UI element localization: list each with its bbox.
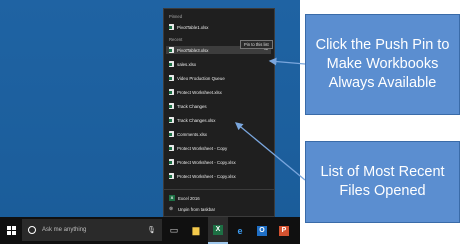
pin-callout-arrow (268, 57, 306, 66)
recent-callout-text: List of Most Recent Files Opened (320, 164, 445, 199)
recent-callout-arrow (234, 122, 306, 181)
recent-files-callout: List of Most Recent Files Opened (305, 141, 460, 223)
pin-callout-text: Click the Push Pin to Make Workbooks Alw… (315, 37, 450, 91)
pin-callout: Click the Push Pin to Make Workbooks Alw… (305, 14, 460, 115)
